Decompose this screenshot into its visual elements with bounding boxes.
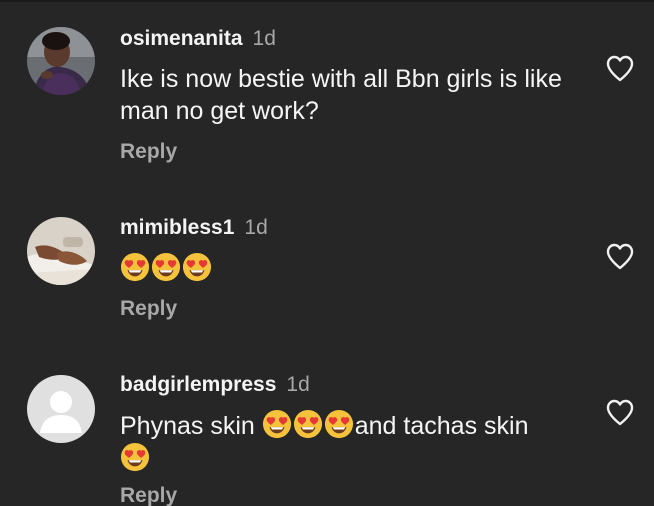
default-user-avatar[interactable] [27, 375, 95, 443]
comment-meta: badgirlempress 1d [120, 373, 310, 397]
comment-text: Phynas skin and tachas skin [120, 409, 580, 475]
comment-item: badgirlempress 1d Phynas skin and tachas … [0, 0, 654, 506]
username[interactable]: badgirlempress [120, 373, 276, 396]
comment-text-part: and tachas skin [354, 412, 529, 440]
comment-text-part: Phynas skin [120, 412, 262, 440]
heart-eyes-emoji-icon [120, 442, 150, 472]
reply-button[interactable]: Reply [120, 484, 177, 506]
heart-eyes-emoji-icon [262, 409, 292, 439]
heart-outline-icon[interactable] [604, 396, 636, 428]
heart-eyes-emoji-icon [324, 409, 354, 439]
heart-eyes-emoji-icon [293, 409, 323, 439]
timestamp: 1d [286, 373, 310, 396]
